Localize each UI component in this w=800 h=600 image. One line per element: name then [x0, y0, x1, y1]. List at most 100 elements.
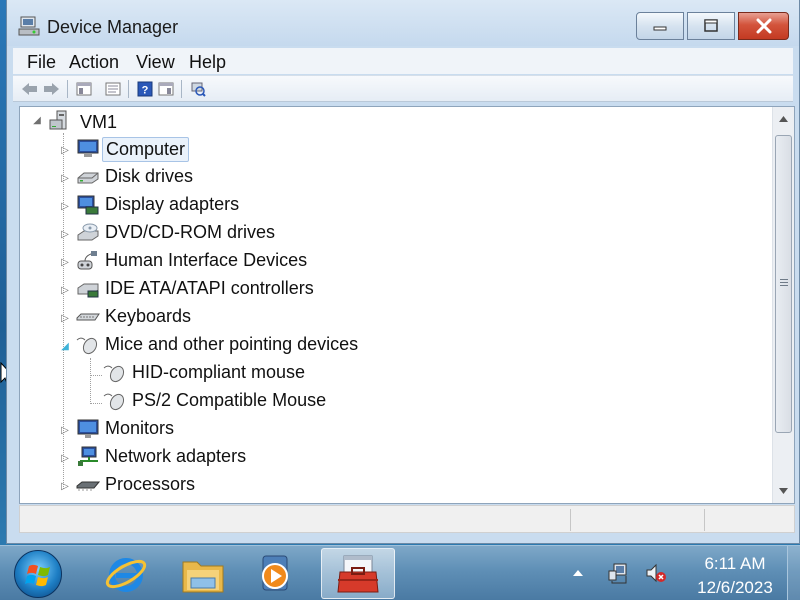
dvd-drive-icon: [77, 223, 99, 241]
vertical-scrollbar[interactable]: [772, 107, 794, 503]
expander-display-adapters[interactable]: ▷: [60, 201, 70, 212]
volume-muted-icon[interactable]: [645, 562, 667, 584]
back-button[interactable]: [21, 80, 39, 98]
tree-root-label[interactable]: VM1: [77, 111, 120, 134]
ide-controller-icon: [77, 283, 99, 298]
tree-item-ide-controllers[interactable]: IDE ATA/ATAPI controllers: [102, 277, 317, 300]
network-icon[interactable]: [608, 562, 630, 584]
tree-item-ps2-mouse[interactable]: PS/2 Compatible Mouse: [129, 389, 329, 412]
help-button[interactable]: ?: [136, 80, 154, 98]
tree-item-hid-compliant-mouse[interactable]: HID-compliant mouse: [129, 361, 308, 384]
taskbar-media-player[interactable]: [241, 548, 309, 599]
tree-item-dvd-drives[interactable]: DVD/CD-ROM drives: [102, 221, 278, 244]
clock-time[interactable]: 6:11 AM: [690, 554, 780, 574]
keyboard-icon: [76, 313, 100, 321]
maximize-button[interactable]: [687, 12, 735, 40]
toolbar-separator: [181, 80, 182, 98]
expander-computer[interactable]: ▷: [60, 145, 70, 156]
expander-disk-drives[interactable]: ▷: [60, 173, 70, 184]
expander-monitors[interactable]: ▷: [60, 425, 70, 436]
show-hidden-icons-arrow-icon[interactable]: [567, 562, 589, 584]
expander-hid[interactable]: ▷: [60, 257, 70, 268]
scroll-grip: [780, 282, 788, 283]
mouse-icon: [103, 365, 125, 383]
start-button[interactable]: [14, 550, 62, 598]
show-desktop-button[interactable]: [787, 546, 800, 600]
scroll-up-button[interactable]: [773, 108, 794, 130]
expander-keyboards[interactable]: ▷: [60, 313, 70, 324]
tree-item-computer[interactable]: Computer: [102, 137, 190, 162]
status-separator: [570, 509, 571, 531]
chevron-down-icon: [779, 488, 788, 494]
network-adapter-icon: [78, 446, 98, 466]
device-manager-toolbox-icon: [337, 555, 379, 592]
toolbar-separator: [128, 80, 129, 98]
menu-help[interactable]: Help: [189, 52, 226, 73]
expander-dvd-drives[interactable]: ▷: [60, 229, 70, 240]
help-icon: ?: [137, 81, 153, 97]
maximize-icon: [704, 19, 718, 32]
expander-mice[interactable]: ◢: [60, 341, 70, 352]
tree-guide-line: [90, 358, 91, 402]
status-bar: [19, 505, 795, 533]
tree-guide-line: [63, 133, 64, 489]
clock-date[interactable]: 12/6/2023: [690, 578, 780, 598]
show-hide-console-tree-button[interactable]: [75, 80, 93, 98]
tree-guide-line: [90, 375, 102, 376]
scroll-down-button[interactable]: [773, 480, 794, 502]
tree-item-mice[interactable]: Mice and other pointing devices: [102, 333, 361, 356]
close-icon: [756, 18, 771, 34]
taskbar-internet-explorer[interactable]: [92, 548, 160, 599]
menu-action[interactable]: Action: [69, 52, 119, 73]
close-button[interactable]: [738, 12, 789, 40]
properties-button[interactable]: [104, 80, 122, 98]
expander-network-adapters[interactable]: ▷: [60, 453, 70, 464]
scan-hardware-changes-icon: [191, 82, 206, 97]
toolbar-separator: [67, 80, 68, 98]
device-manager-icon: [18, 16, 40, 36]
media-player-icon: [262, 555, 288, 590]
taskbar-device-manager[interactable]: [321, 548, 395, 599]
windows-logo-icon: [25, 564, 50, 587]
chevron-up-icon: [779, 116, 788, 122]
root-expander[interactable]: ◢: [32, 115, 42, 126]
tree-item-keyboards[interactable]: Keyboards: [102, 305, 194, 328]
minimize-button[interactable]: [636, 12, 684, 40]
show-hide-action-pane-icon: [158, 82, 174, 96]
tree-item-monitors[interactable]: Monitors: [102, 417, 177, 440]
tree-item-network-adapters[interactable]: Network adapters: [102, 445, 249, 468]
expander-ide-controllers[interactable]: ▷: [60, 285, 70, 296]
tree-item-hid[interactable]: Human Interface Devices: [102, 249, 310, 272]
expander-processors[interactable]: ▷: [60, 481, 70, 492]
svg-text:?: ?: [142, 85, 149, 97]
mouse-icon: [76, 337, 98, 355]
scroll-grip: [780, 279, 788, 280]
device-tree[interactable]: ◢ VM1 ▷ Computer ▷ Disk drives ▷ Display…: [19, 106, 795, 504]
file-explorer-icon: [182, 561, 224, 592]
show-hide-action-pane-button[interactable]: [157, 80, 175, 98]
forward-button[interactable]: [42, 80, 60, 98]
status-separator: [704, 509, 705, 531]
scroll-thumb[interactable]: [775, 135, 792, 433]
forward-arrow-icon: [44, 83, 59, 95]
scan-hardware-changes-button[interactable]: [189, 80, 207, 98]
tree-item-display-adapters[interactable]: Display adapters: [102, 193, 242, 216]
properties-icon: [105, 82, 121, 96]
minimize-icon: [653, 26, 667, 31]
device-manager-window: Device Manager File Action View Help ? ◢…: [6, 0, 800, 544]
computer-tower-icon: [49, 110, 67, 130]
tree-item-processors[interactable]: Processors: [102, 473, 198, 496]
processor-icon: [76, 481, 100, 491]
back-arrow-icon: [22, 83, 37, 95]
window-title: Device Manager: [47, 17, 179, 37]
menu-file[interactable]: File: [27, 52, 56, 73]
display-adapter-icon: [77, 195, 99, 215]
tree-item-disk-drives[interactable]: Disk drives: [102, 165, 196, 188]
taskbar: 6:11 AM 12/6/2023: [0, 545, 800, 600]
menu-view[interactable]: View: [136, 52, 175, 73]
title-bar[interactable]: Device Manager: [7, 0, 799, 46]
monitor-icon: [77, 419, 99, 438]
disk-drive-icon: [77, 172, 99, 184]
scroll-grip: [780, 285, 788, 286]
taskbar-file-explorer[interactable]: [169, 548, 237, 599]
